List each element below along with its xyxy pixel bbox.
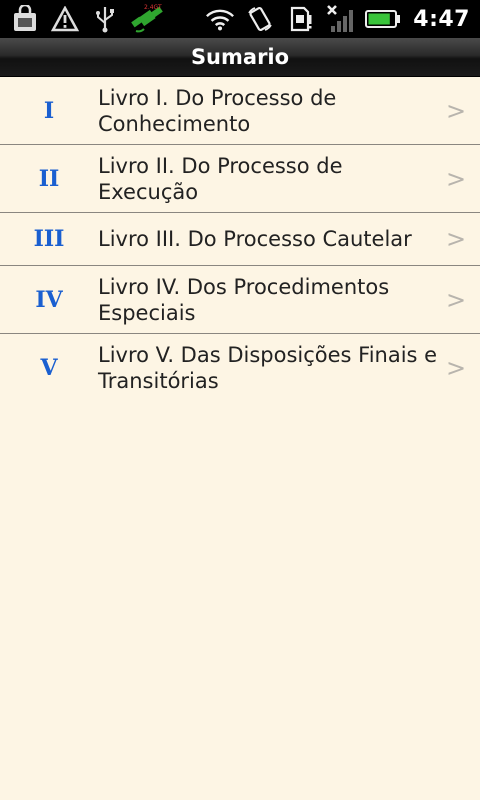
book-numeral: III [33,226,65,252]
usb-icon [90,4,120,34]
chevron-right-icon: > [446,354,467,382]
book-title: Livro IV. Dos Procedimentos Especiais [98,274,390,325]
book-title: Livro I. Do Processo de Conhecimento [98,85,337,136]
svg-text:2.4GT: 2.4GT [144,4,162,11]
book-numeral: V [40,355,58,381]
warning-icon [50,4,80,34]
list-item-book-3[interactable]: III Livro III. Do Processo Cautelar > [0,213,480,266]
status-left-icons: 2.4GT [0,0,166,38]
book-title: Livro II. Do Processo de Execução [98,153,343,204]
chevron-right-icon: > [446,164,467,193]
page-title: Sumario [190,45,290,69]
title-bar: Sumario [0,38,480,77]
status-right-icons: 4:47 [205,0,480,38]
chevron-right-icon: > [446,96,467,125]
chevron-right-icon: > [446,285,467,314]
list-item-book-4[interactable]: IV Livro IV. Dos Procedimentos Especiais… [0,266,480,334]
no-signal-icon [325,4,355,34]
chevron-right-icon: > [446,225,467,253]
book-numeral: I [43,97,55,124]
book-title: Livro III. Do Processo Cautelar [98,227,412,251]
wifi-icon [205,4,235,34]
book-numeral: IV [35,286,63,313]
book-title: Livro V. Das Disposições Finais e Transi… [98,343,438,393]
rotate-icon [245,4,275,34]
list-item-book-1[interactable]: I Livro I. Do Processo de Conhecimento > [0,77,480,145]
status-bar: 2.4GT 4:47 [0,0,480,38]
book-list: I Livro I. Do Processo de Conhecimento >… [0,77,480,402]
battery-icon [365,4,401,34]
list-item-book-5[interactable]: V Livro V. Das Disposições Finais e Tran… [0,334,480,402]
list-item-book-2[interactable]: II Livro II. Do Processo de Execução > [0,145,480,213]
clock: 4:47 [413,6,470,32]
book-numeral: II [38,165,60,192]
sd-card-icon [285,4,315,34]
shopping-bag-icon [10,4,40,34]
gps-satellite-icon: 2.4GT [130,4,166,34]
